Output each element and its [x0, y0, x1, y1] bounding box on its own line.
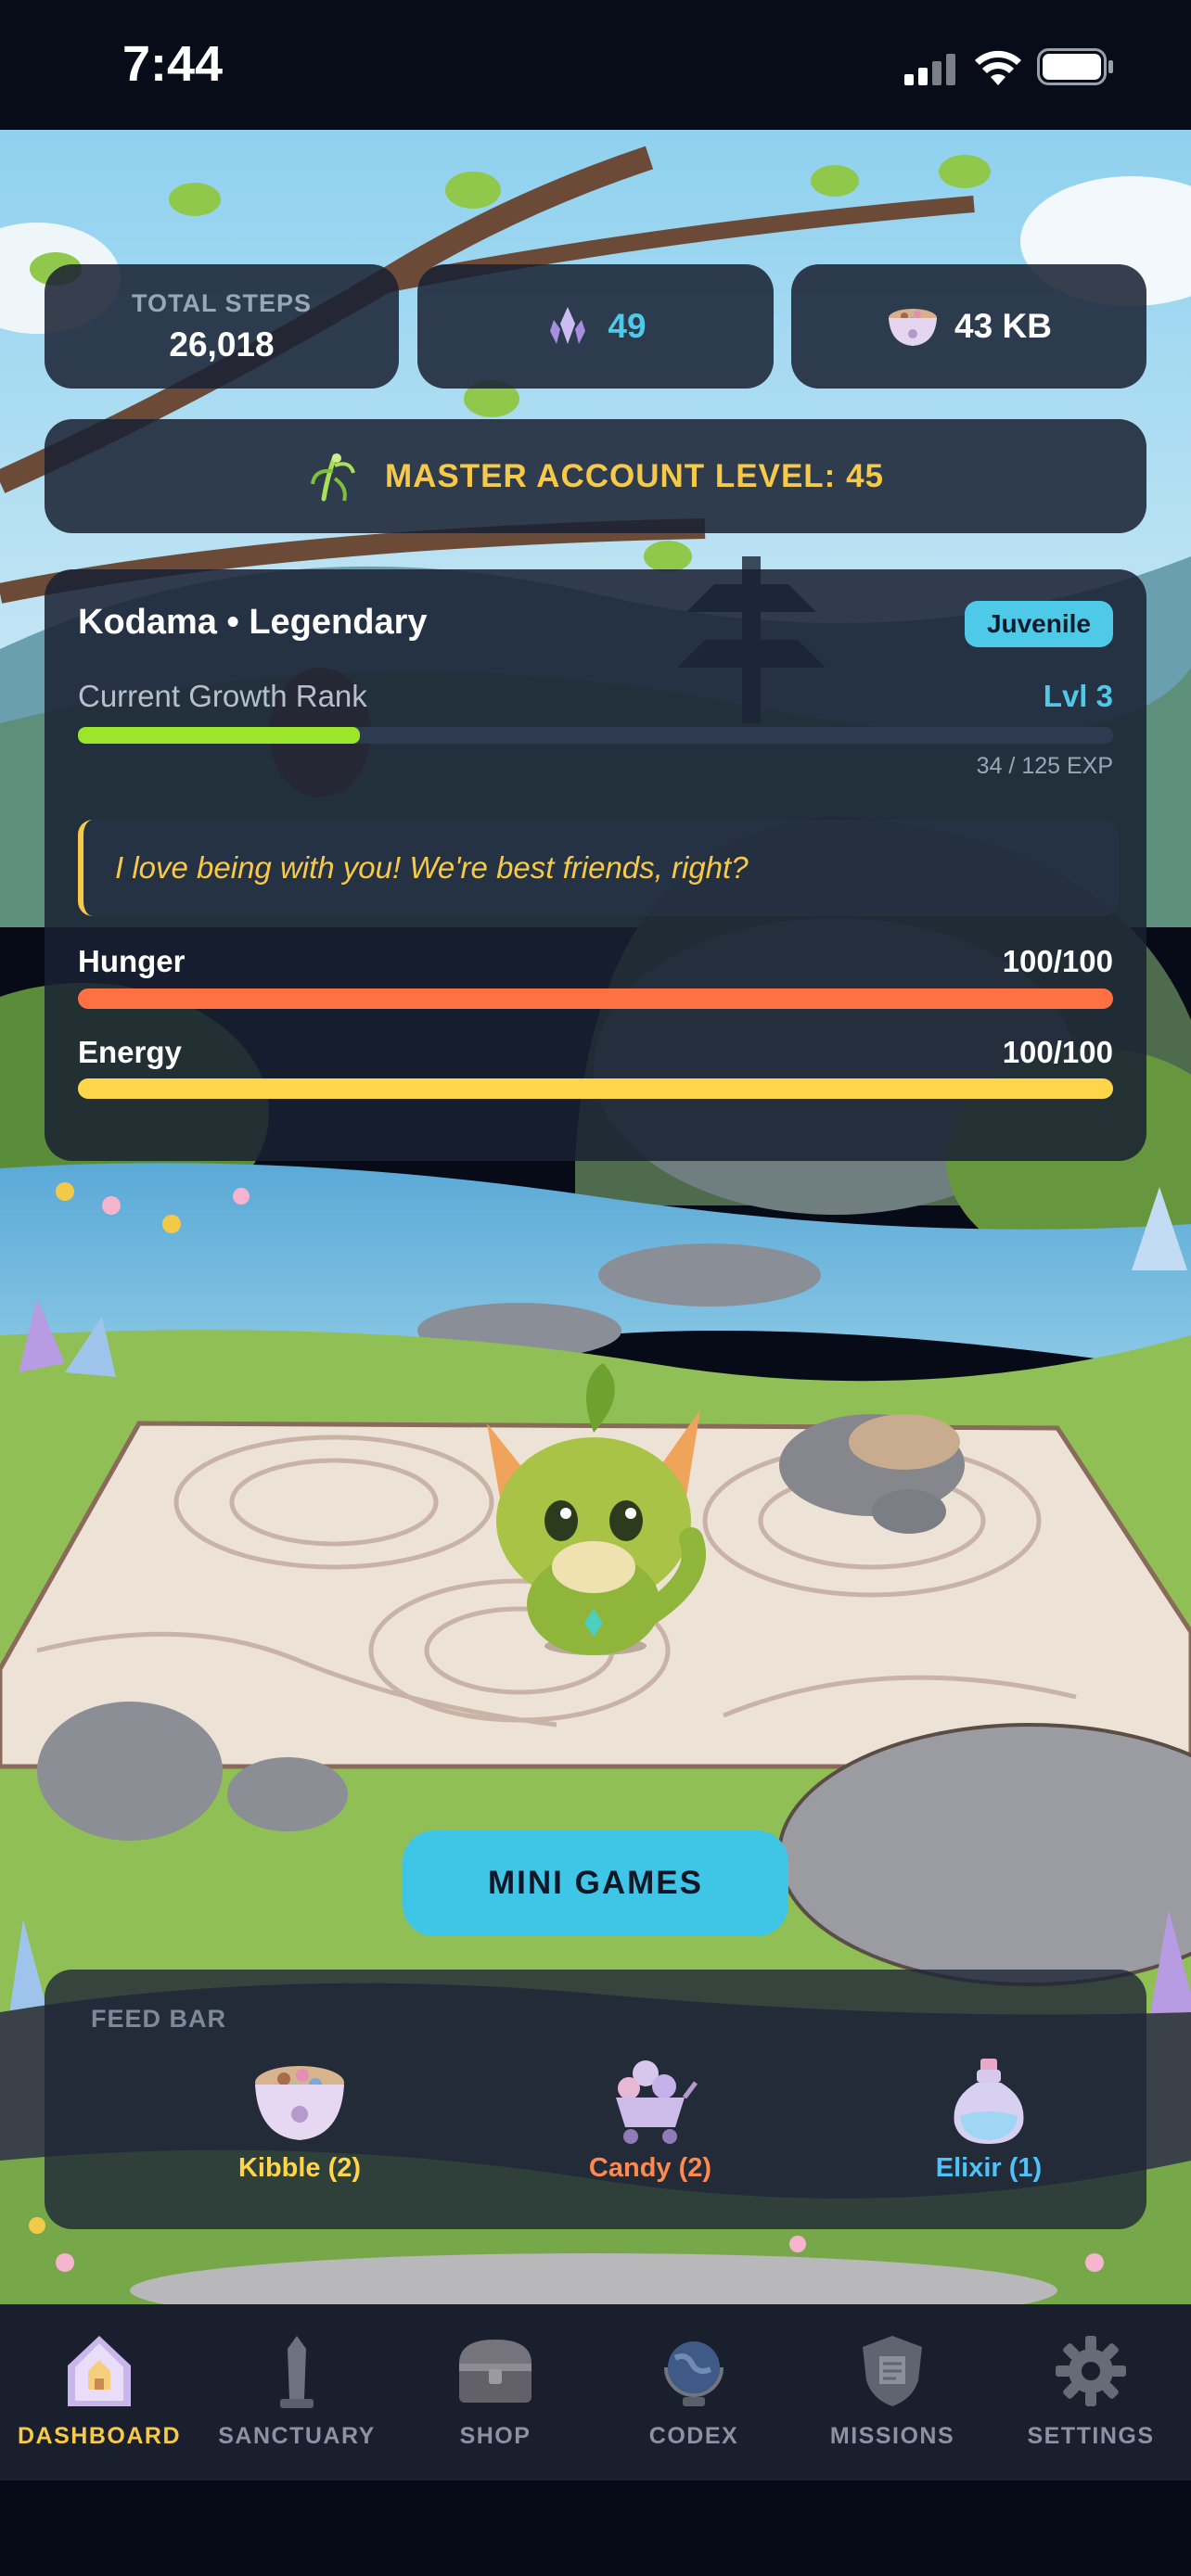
- energy-bar: [78, 1078, 1113, 1099]
- nav-dashboard-label: DASHBOARD: [18, 2423, 181, 2449]
- energy-label: Energy: [78, 1035, 182, 1069]
- pet-card: Kodama • Legendary Juvenile Current Grow…: [45, 569, 1146, 1161]
- home-indicator-area: [0, 2480, 1191, 2576]
- storage-value: 43 KB: [954, 307, 1052, 345]
- crystals-card[interactable]: 49: [417, 264, 774, 389]
- master-level-banner: MASTER ACCOUNT LEVEL: 45: [45, 419, 1146, 533]
- wifi-icon: [974, 48, 1022, 87]
- globe-icon: [664, 2341, 724, 2406]
- pet-quote: I love being with you! We're best friend…: [115, 850, 749, 885]
- elixir-bottle-icon: [954, 2059, 1024, 2144]
- pet-stage-badge: Juvenile: [964, 601, 1113, 647]
- hunger-value: 100/100: [1002, 944, 1113, 978]
- feed-item-elixir-label: Elixir (1): [935, 2153, 1043, 2183]
- home-icon: [68, 2336, 131, 2406]
- feed-item-kibble-label: Kibble (2): [237, 2153, 362, 2183]
- battery-icon: [1037, 48, 1115, 85]
- feed-item-candy[interactable]: Candy (2): [493, 2055, 808, 2184]
- exp-bar: [78, 727, 1113, 744]
- nav-codex[interactable]: CODEX: [595, 2332, 793, 2450]
- kibble-bowl-icon: [255, 2066, 344, 2140]
- shield-icon: [863, 2336, 922, 2406]
- status-time: 7:44: [122, 36, 224, 92]
- nav-settings[interactable]: SETTINGS: [992, 2332, 1190, 2450]
- nav-settings-label: SETTINGS: [1027, 2423, 1155, 2449]
- mantis-icon: [310, 453, 355, 502]
- nav-missions[interactable]: MISSIONS: [793, 2332, 992, 2450]
- energy-value: 100/100: [1002, 1035, 1113, 1069]
- total-steps-label: TOTAL STEPS: [131, 288, 313, 317]
- nav-shop-label: SHOP: [459, 2423, 531, 2449]
- chest-icon: [459, 2340, 531, 2403]
- signal-icon: [904, 54, 956, 85]
- status-bar: 7:44: [0, 0, 1191, 130]
- total-steps-card: TOTAL STEPS 26,018: [45, 264, 399, 389]
- mini-games-button[interactable]: MINI GAMES: [403, 1830, 788, 1936]
- nav-missions-label: MISSIONS: [829, 2423, 955, 2449]
- hunger-bar-fill: [78, 988, 1113, 1009]
- feed-item-elixir[interactable]: Elixir (1): [831, 2055, 1146, 2184]
- crystal-icon: [550, 307, 586, 344]
- nav-sanctuary[interactable]: SANCTUARY: [198, 2332, 396, 2450]
- growth-rank-label: Current Growth Rank: [78, 679, 367, 713]
- hunger-label: Hunger: [78, 944, 186, 978]
- pet-quote-box: I love being with you! We're best friend…: [78, 820, 1119, 916]
- pet-title: Kodama • Legendary: [78, 603, 428, 642]
- candy-cart-icon: [616, 2060, 698, 2144]
- master-level-text: MASTER ACCOUNT LEVEL: 45: [384, 457, 884, 494]
- feed-bar: FEED BAR Kibble (2) Candy (2) Elixir (1): [45, 1970, 1146, 2229]
- crystals-value: 49: [608, 307, 647, 345]
- feed-item-candy-label: Candy (2): [588, 2153, 712, 2183]
- feed-bar-label: FEED BAR: [91, 2005, 227, 2033]
- exp-text: 34 / 125 EXP: [976, 753, 1113, 779]
- gear-icon: [1056, 2336, 1126, 2406]
- nav-sanctuary-label: SANCTUARY: [218, 2423, 376, 2449]
- feed-item-kibble[interactable]: Kibble (2): [142, 2055, 457, 2184]
- growth-rank-level: Lvl 3: [1043, 679, 1113, 713]
- nav-dashboard[interactable]: DASHBOARD: [0, 2332, 198, 2450]
- food-bowl-icon: [889, 309, 938, 346]
- nav-codex-label: CODEX: [648, 2423, 739, 2449]
- total-steps-value: 26,018: [169, 325, 275, 363]
- energy-bar-fill: [78, 1078, 1113, 1099]
- hunger-bar: [78, 988, 1113, 1009]
- nav-shop[interactable]: SHOP: [396, 2332, 595, 2450]
- storage-card[interactable]: 43 KB: [791, 264, 1146, 389]
- obelisk-icon: [280, 2336, 314, 2408]
- exp-bar-fill: [78, 727, 360, 744]
